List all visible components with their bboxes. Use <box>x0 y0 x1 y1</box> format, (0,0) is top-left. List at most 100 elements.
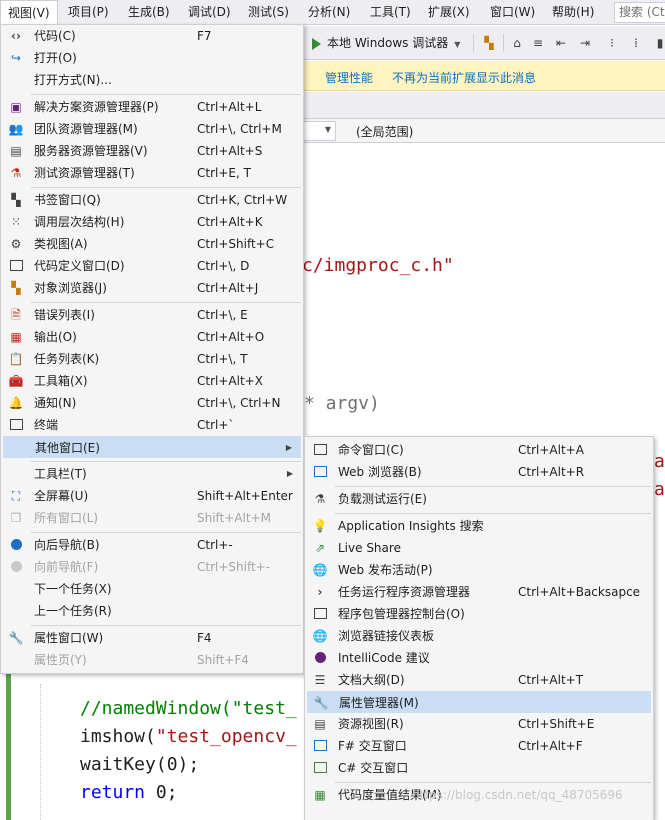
bookmark-toolbar-icon[interactable]: ▮ <box>652 35 665 51</box>
submenu-arrow-icon: ▶ <box>286 469 293 478</box>
dismiss-message-link[interactable]: 不再为当前扩展显示此消息 <box>392 69 536 86</box>
menu-item-shortcut: Ctrl+Alt+L <box>197 100 262 114</box>
menu-item-team-explorer[interactable]: 👥 团队资源管理器(M) Ctrl+\, Ctrl+M <box>3 118 301 140</box>
menu-item-label: 所有窗口(L) <box>34 511 99 525</box>
home-icon[interactable]: ⌂ <box>509 35 525 51</box>
menu-item-fsharp-interactive[interactable]: F# 交互窗口 Ctrl+Alt+F <box>307 735 651 757</box>
menu-item-command-window[interactable]: 命令窗口(C) Ctrl+Alt+A <box>307 439 651 461</box>
command-window-icon <box>312 442 328 458</box>
search-input[interactable]: 搜索 (Ct <box>614 2 665 23</box>
menu-debug[interactable]: 调试(D) <box>181 0 238 25</box>
menu-test[interactable]: 测试(S) <box>241 0 296 25</box>
menu-item-task-list[interactable]: 📋 任务列表(K) Ctrl+\, T <box>3 348 301 370</box>
package-console-icon <box>312 606 328 622</box>
menu-item-solution-explorer[interactable]: ▣ 解决方案资源管理器(P) Ctrl+Alt+L <box>3 96 301 118</box>
menu-item-server-explorer[interactable]: ▤ 服务器资源管理器(V) Ctrl+Alt+S <box>3 140 301 162</box>
toolbox-icon: 🧰 <box>8 374 24 388</box>
menu-item-application-insights[interactable]: 💡 Application Insights 搜索 <box>307 515 651 537</box>
menu-window[interactable]: 窗口(W) <box>483 0 542 25</box>
start-debugger-label: 本地 Windows 调试器 <box>327 36 449 50</box>
code-line-waitkey: waitKey(0); <box>80 754 200 775</box>
menu-item-navigate-backward[interactable]: 向后导航(B) Ctrl+- <box>3 534 301 556</box>
imshow-string: "test_opencv_ <box>155 726 297 747</box>
menu-item-load-test-run[interactable]: ⚗ 负载测试运行(E) <box>307 488 651 510</box>
clipped-code-text: a <box>654 479 665 500</box>
menu-item-label: 工具栏(T) <box>34 467 87 481</box>
argv-param-text: * argv) <box>304 393 380 414</box>
menu-item-task-runner-explorer[interactable]: › 任务运行程序资源管理器 Ctrl+Alt+Backsapce <box>307 581 651 603</box>
align-icon[interactable]: ≡ <box>530 35 546 51</box>
menu-item-package-manager-console[interactable]: 程序包管理器控制台(O) <box>307 603 651 625</box>
menu-item-open-with[interactable]: 打开方式(N)... <box>3 69 301 91</box>
start-debugger-button[interactable]: 本地 Windows 调试器 ▼ <box>312 32 460 54</box>
global-scope-combo[interactable]: (全局范围) <box>356 123 413 140</box>
terminal-icon <box>8 417 24 433</box>
menu-item-class-view[interactable]: ⚙ 类视图(A) Ctrl+Shift+C <box>3 233 301 255</box>
menu-separator <box>335 782 651 783</box>
solution-explorer-icon: ▣ <box>10 100 22 114</box>
comment-icon[interactable]: ⁝ <box>604 35 620 51</box>
menu-item-bookmark-window[interactable]: ▚ 书签窗口(Q) Ctrl+K, Ctrl+W <box>3 189 301 211</box>
menu-item-object-browser[interactable]: ▚ 对象浏览器(J) Ctrl+Alt+J <box>3 277 301 299</box>
menu-separator <box>31 94 301 95</box>
menu-item-intellicode[interactable]: IntelliCode 建议 <box>307 647 651 669</box>
menu-item-code-definition[interactable]: 代码定义窗口(D) Ctrl+\, D <box>3 255 301 277</box>
menu-item-property-manager[interactable]: 🔧 属性管理器(M) <box>307 691 651 713</box>
menu-item-resource-view[interactable]: ▤ 资源视图(R) Ctrl+Shift+E <box>307 713 651 735</box>
menu-item-shortcut: Ctrl+Alt+R <box>518 465 585 479</box>
find-icon[interactable]: ▚ <box>481 35 497 51</box>
menu-item-output[interactable]: ▦ 输出(O) Ctrl+Alt+O <box>3 326 301 348</box>
menu-item-live-share[interactable]: ⇗ Live Share <box>307 537 651 559</box>
back-icon <box>8 537 24 553</box>
intellicode-icon <box>312 650 328 666</box>
all-windows-icon: ❐ <box>10 511 22 525</box>
menu-build[interactable]: 生成(B) <box>121 0 177 25</box>
menu-help[interactable]: 帮助(H) <box>545 0 601 25</box>
menu-item-code[interactable]: ‹› 代码(C) F7 <box>3 25 301 47</box>
menu-item-label: 服务器资源管理器(V) <box>34 144 148 158</box>
menu-item-error-list[interactable]: 🗎 错误列表(I) Ctrl+\, E <box>3 304 301 326</box>
menu-item-shortcut: Ctrl+\, T <box>197 352 248 366</box>
menu-separator <box>31 532 301 533</box>
menu-item-toolbars[interactable]: 工具栏(T) ▶ <box>3 463 301 485</box>
menu-item-label: 代码定义窗口(D) <box>34 259 125 273</box>
menu-view[interactable]: 视图(V) <box>0 0 58 26</box>
fullscreen-icon: ⛶ <box>11 489 21 503</box>
menu-item-shortcut: Ctrl+Alt+J <box>197 281 259 295</box>
menu-item-other-windows[interactable]: 其他窗口(E) ▶ <box>3 436 301 458</box>
menu-item-shortcut: Ctrl+Alt+K <box>197 215 263 229</box>
menu-item-csharp-interactive[interactable]: C# 交互窗口 <box>307 757 651 779</box>
clipped-code-text: a <box>654 451 665 472</box>
web-browser-icon <box>312 464 328 480</box>
menu-item-fullscreen[interactable]: ⛶ 全屏幕(U) Shift+Alt+Enter <box>3 485 301 507</box>
menu-analyze[interactable]: 分析(N) <box>301 0 357 25</box>
uncomment-icon[interactable]: ⁞ <box>628 35 644 51</box>
indent-icon[interactable]: ⇤ <box>553 35 569 51</box>
menu-project[interactable]: 项目(P) <box>61 0 116 25</box>
menu-item-open[interactable]: ↪ 打开(O) <box>3 47 301 69</box>
menu-item-document-outline[interactable]: ☰ 文档大纲(D) Ctrl+Alt+T <box>307 669 651 691</box>
menu-item-test-explorer[interactable]: ⚗ 测试资源管理器(T) Ctrl+E, T <box>3 162 301 184</box>
menu-item-browser-link-dashboard[interactable]: 🌐 浏览器链接仪表板 <box>307 625 651 647</box>
server-explorer-icon: ▤ <box>10 144 22 158</box>
menu-item-properties-window[interactable]: 🔧 属性窗口(W) F4 <box>3 627 301 649</box>
task-list-icon: 📋 <box>8 352 24 366</box>
menu-item-terminal[interactable]: 终端 Ctrl+` <box>3 414 301 436</box>
menu-item-label: 团队资源管理器(M) <box>34 122 138 136</box>
menu-item-web-browser[interactable]: Web 浏览器(B) Ctrl+Alt+R <box>307 461 651 483</box>
menu-tools[interactable]: 工具(T) <box>363 0 418 25</box>
return-keyword: return <box>80 782 146 803</box>
menu-item-call-hierarchy[interactable]: ⁙ 调用层次结构(H) Ctrl+Alt+K <box>3 211 301 233</box>
menu-item-label: 书签窗口(Q) <box>34 193 101 207</box>
menu-item-previous-task[interactable]: 上一个任务(R) <box>3 600 301 622</box>
manage-performance-link[interactable]: 管理性能 <box>325 69 373 86</box>
error-list-icon: 🗎 <box>11 308 21 322</box>
menu-item-shortcut: Ctrl+Alt+S <box>197 144 263 158</box>
outdent-icon[interactable]: ⇥ <box>577 35 593 51</box>
menu-item-web-publish[interactable]: 🌐 Web 发布活动(P) <box>307 559 651 581</box>
menu-item-shortcut: Ctrl+Alt+T <box>518 673 584 687</box>
menu-item-next-task[interactable]: 下一个任务(X) <box>3 578 301 600</box>
menu-extensions[interactable]: 扩展(X) <box>421 0 477 25</box>
menu-item-toolbox[interactable]: 🧰 工具箱(X) Ctrl+Alt+X <box>3 370 301 392</box>
menu-item-notifications[interactable]: 🔔 通知(N) Ctrl+\, Ctrl+N <box>3 392 301 414</box>
